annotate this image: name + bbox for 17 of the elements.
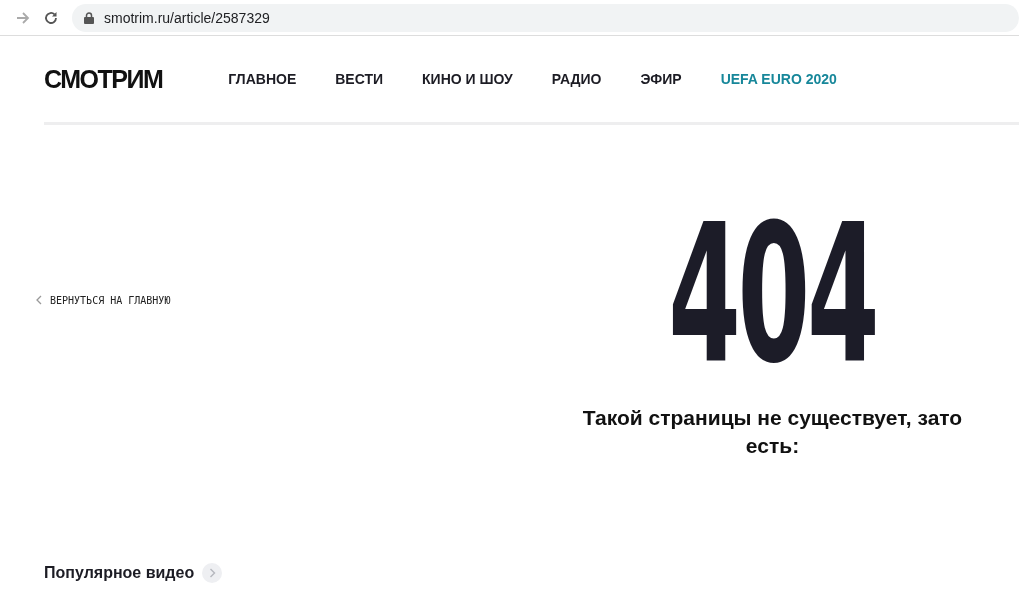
address-bar[interactable]: smotrim.ru/article/2587329 (72, 3, 1019, 32)
chevron-left-icon (36, 295, 42, 305)
back-to-home-link[interactable]: ВЕРНУТЬСЯ НА ГЛАВНУЮ (36, 294, 436, 306)
chevron-right-button[interactable] (202, 563, 223, 583)
nav-link[interactable]: ЭФИР (640, 71, 682, 87)
forward-arrow-icon[interactable] (16, 10, 30, 25)
site-logo[interactable]: СМОТРИМ (44, 64, 163, 94)
section-title: Популярное видео (44, 564, 195, 582)
nav-link[interactable]: КИНО И ШОУ (422, 71, 513, 87)
error-message: Такой страницы не существует, зато есть: (582, 405, 963, 459)
reload-icon[interactable] (44, 10, 58, 25)
error-code: 404 (668, 200, 877, 390)
lock-icon (84, 11, 94, 24)
nav-link[interactable]: ВЕСТИ (335, 71, 384, 87)
nav-link[interactable]: UEFA EURO 2020 (720, 71, 837, 87)
nav-link[interactable]: ГЛАВНОЕ (228, 71, 297, 87)
nav-link[interactable]: РАДИО (551, 71, 602, 87)
